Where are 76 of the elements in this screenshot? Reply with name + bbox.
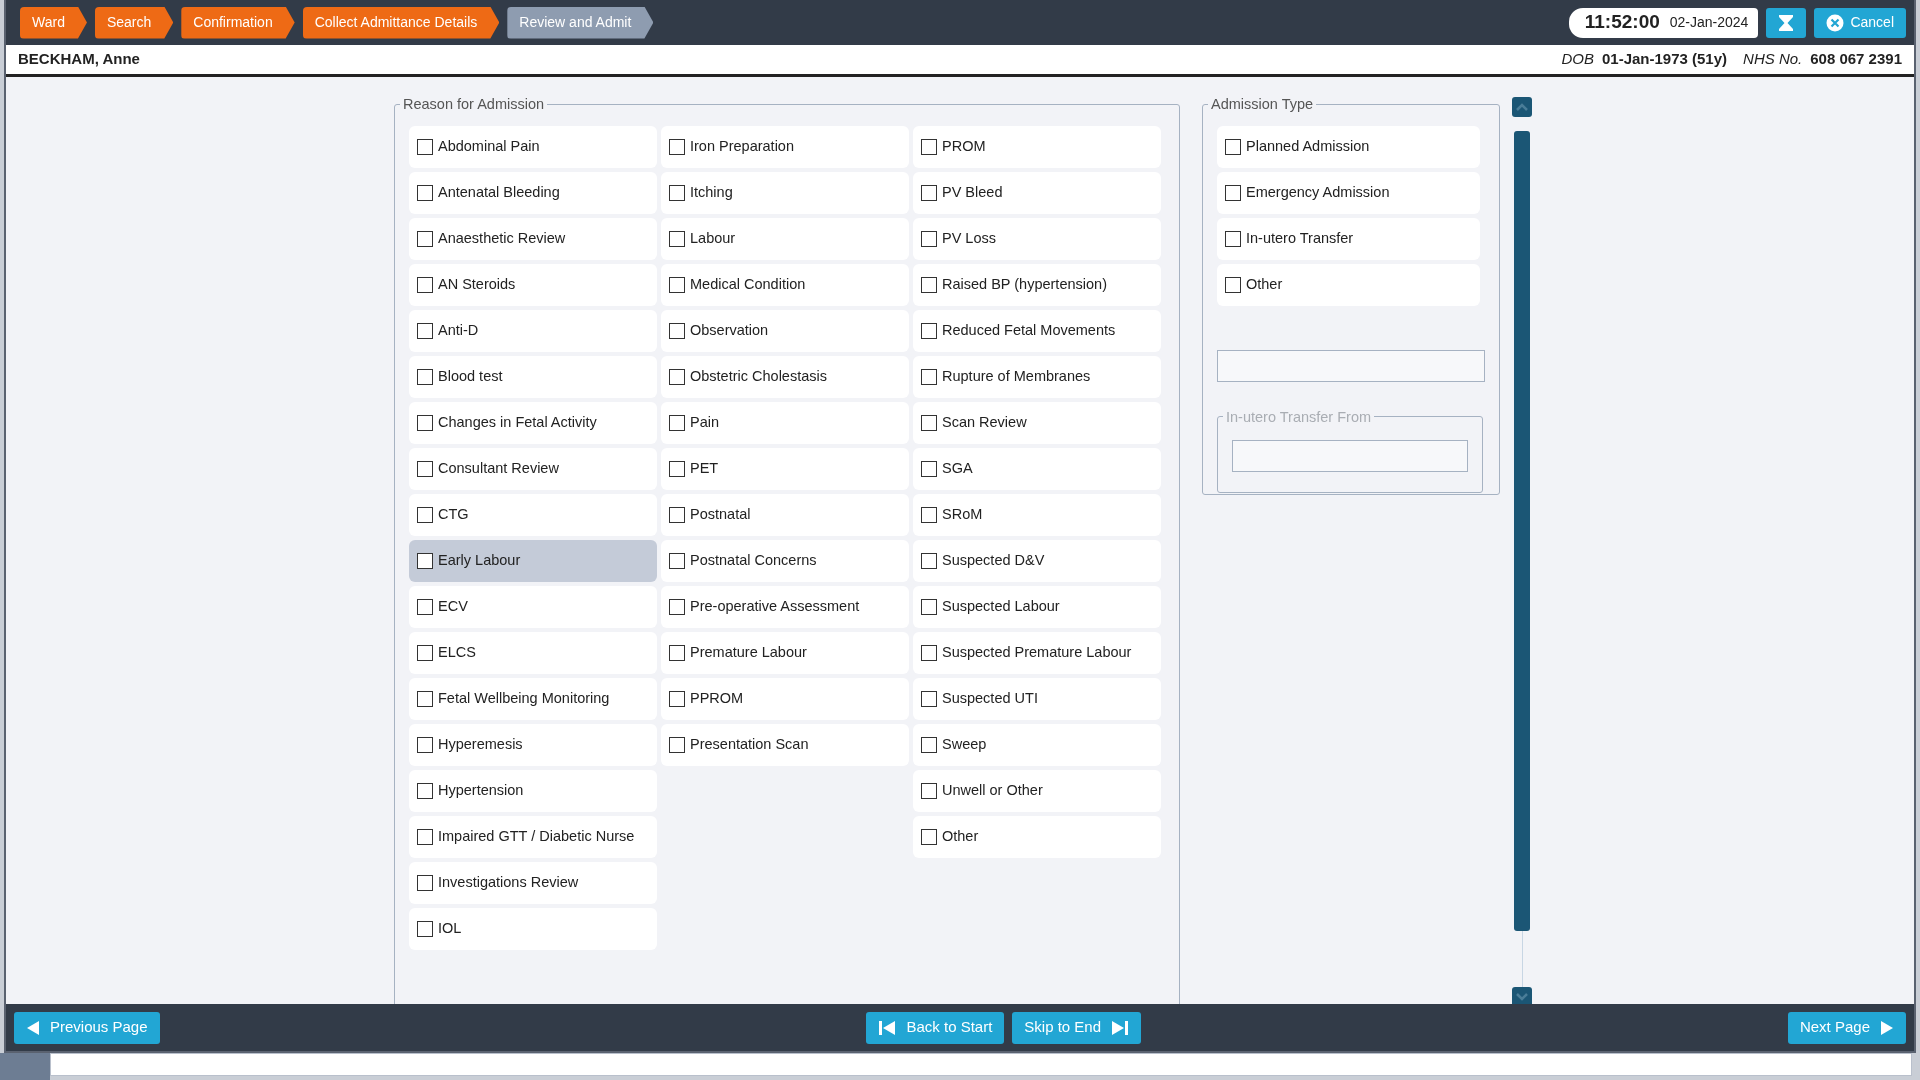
checkbox-option[interactable]: Medical Condition xyxy=(661,263,909,306)
checkbox-option[interactable]: Raised BP (hypertension) xyxy=(913,263,1161,306)
scroll-down-button[interactable] xyxy=(1512,987,1532,1004)
checkbox-option[interactable]: In-utero Transfer xyxy=(1217,217,1480,260)
skip-back-icon xyxy=(878,1019,897,1036)
triangle-right-icon xyxy=(1880,1019,1894,1036)
checkbox-option[interactable]: Antenatal Bleeding xyxy=(409,171,657,214)
checkbox-option[interactable]: Iron Preparation xyxy=(661,125,909,168)
chevron-down-icon xyxy=(1516,993,1528,1001)
checkbox-option[interactable]: Hypertension xyxy=(409,769,657,812)
checkbox-option[interactable]: Emergency Admission xyxy=(1217,171,1480,214)
triangle-left-icon xyxy=(26,1019,40,1036)
checkbox-option[interactable]: Anaesthetic Review xyxy=(409,217,657,260)
checkbox-option[interactable]: Scan Review xyxy=(913,401,1161,444)
checkbox-option[interactable]: Suspected UTI xyxy=(913,677,1161,720)
checkbox-option[interactable]: PV Loss xyxy=(913,217,1161,260)
checkbox-option[interactable]: Unwell or Other xyxy=(913,769,1161,812)
fieldset-title: Reason for Admission xyxy=(402,97,546,112)
other-text-field[interactable] xyxy=(1217,349,1485,382)
checkbox-option[interactable]: Labour xyxy=(661,217,909,260)
checkbox-option[interactable]: Hyperemesis xyxy=(409,723,657,766)
fieldset-title: In-utero Transfer From xyxy=(1225,409,1373,424)
checkbox-option[interactable]: AN Steroids xyxy=(409,263,657,306)
checkbox-option[interactable]: Suspected D&V xyxy=(913,539,1161,582)
scrollbar-thumb[interactable] xyxy=(1514,131,1530,931)
checkbox-option[interactable]: Fetal Wellbeing Monitoring xyxy=(409,677,657,720)
checkbox-option[interactable]: PROM xyxy=(913,125,1161,168)
checkbox-option[interactable]: Sweep xyxy=(913,723,1161,766)
checkbox-option[interactable]: Premature Labour xyxy=(661,631,909,674)
checkbox-option[interactable]: Blood test xyxy=(409,355,657,398)
checkbox-option[interactable]: Presentation Scan xyxy=(661,723,909,766)
nhs-number: 608 067 2391 xyxy=(1810,49,1902,70)
checkbox-option[interactable]: Impaired GTT / Diabetic Nurse xyxy=(409,815,657,858)
fieldset-title: Admission Type xyxy=(1210,97,1315,112)
checkbox-option[interactable]: ELCS xyxy=(409,631,657,674)
checkbox-option[interactable]: Anti-D xyxy=(409,309,657,352)
nhs-number-label: NHS No. xyxy=(1743,49,1803,70)
checkbox-option[interactable]: PPROM xyxy=(661,677,909,720)
background-window-edge xyxy=(0,1053,50,1080)
patient-name: BECKHAM, Anne xyxy=(18,49,140,70)
checkbox-option[interactable]: Early Labour xyxy=(409,539,657,582)
checkbox-option[interactable]: Reduced Fetal Movements xyxy=(913,309,1161,352)
chevron-up-icon xyxy=(1516,103,1528,111)
close-icon xyxy=(1826,13,1845,32)
checkbox-option[interactable]: Other xyxy=(1217,263,1480,306)
checkbox-option[interactable]: Consultant Review xyxy=(409,447,657,490)
checkbox-option[interactable]: Changes in Fetal Activity xyxy=(409,401,657,444)
checkbox-option[interactable]: ECV xyxy=(409,585,657,628)
checkbox-option[interactable]: Other xyxy=(913,815,1161,858)
checkbox-option[interactable]: Rupture of Membranes xyxy=(913,355,1161,398)
clock-date: 02-Jan-2024 xyxy=(1669,13,1749,32)
checkbox-option[interactable]: Postnatal xyxy=(661,493,909,536)
hourglass-button[interactable] xyxy=(1766,7,1807,38)
checkbox-option[interactable]: CTG xyxy=(409,493,657,536)
clock-time: 11:52:00 xyxy=(1584,10,1660,35)
checkbox-option[interactable]: Postnatal Concerns xyxy=(661,539,909,582)
checkbox-option[interactable]: PET xyxy=(661,447,909,490)
checkbox-option[interactable]: IOL xyxy=(409,907,657,950)
checkbox-option[interactable]: Obstetric Cholestasis xyxy=(661,355,909,398)
checkbox-option[interactable]: Planned Admission xyxy=(1217,125,1480,168)
hourglass-icon xyxy=(1778,13,1795,32)
checkbox-option[interactable]: Investigations Review xyxy=(409,861,657,904)
checkbox-option[interactable]: Pain xyxy=(661,401,909,444)
checkbox-option[interactable]: Abdominal Pain xyxy=(409,125,657,168)
dob-label: DOB xyxy=(1561,49,1594,70)
checkbox-option[interactable]: Itching xyxy=(661,171,909,214)
date-of-birth: 01-Jan-1973 (51y) xyxy=(1601,49,1728,70)
checkbox-option[interactable]: Suspected Premature Labour xyxy=(913,631,1161,674)
checkbox-option[interactable]: SRoM xyxy=(913,493,1161,536)
skip-forward-icon xyxy=(1111,1019,1130,1036)
checkbox-option[interactable]: Observation xyxy=(661,309,909,352)
checkbox-option[interactable]: PV Bleed xyxy=(913,171,1161,214)
checkbox-option[interactable]: SGA xyxy=(913,447,1161,490)
scroll-up-button[interactable] xyxy=(1512,97,1532,117)
checkbox-option[interactable]: Pre-operative Assessment xyxy=(661,585,909,628)
checkbox-option[interactable]: Suspected Labour xyxy=(913,585,1161,628)
